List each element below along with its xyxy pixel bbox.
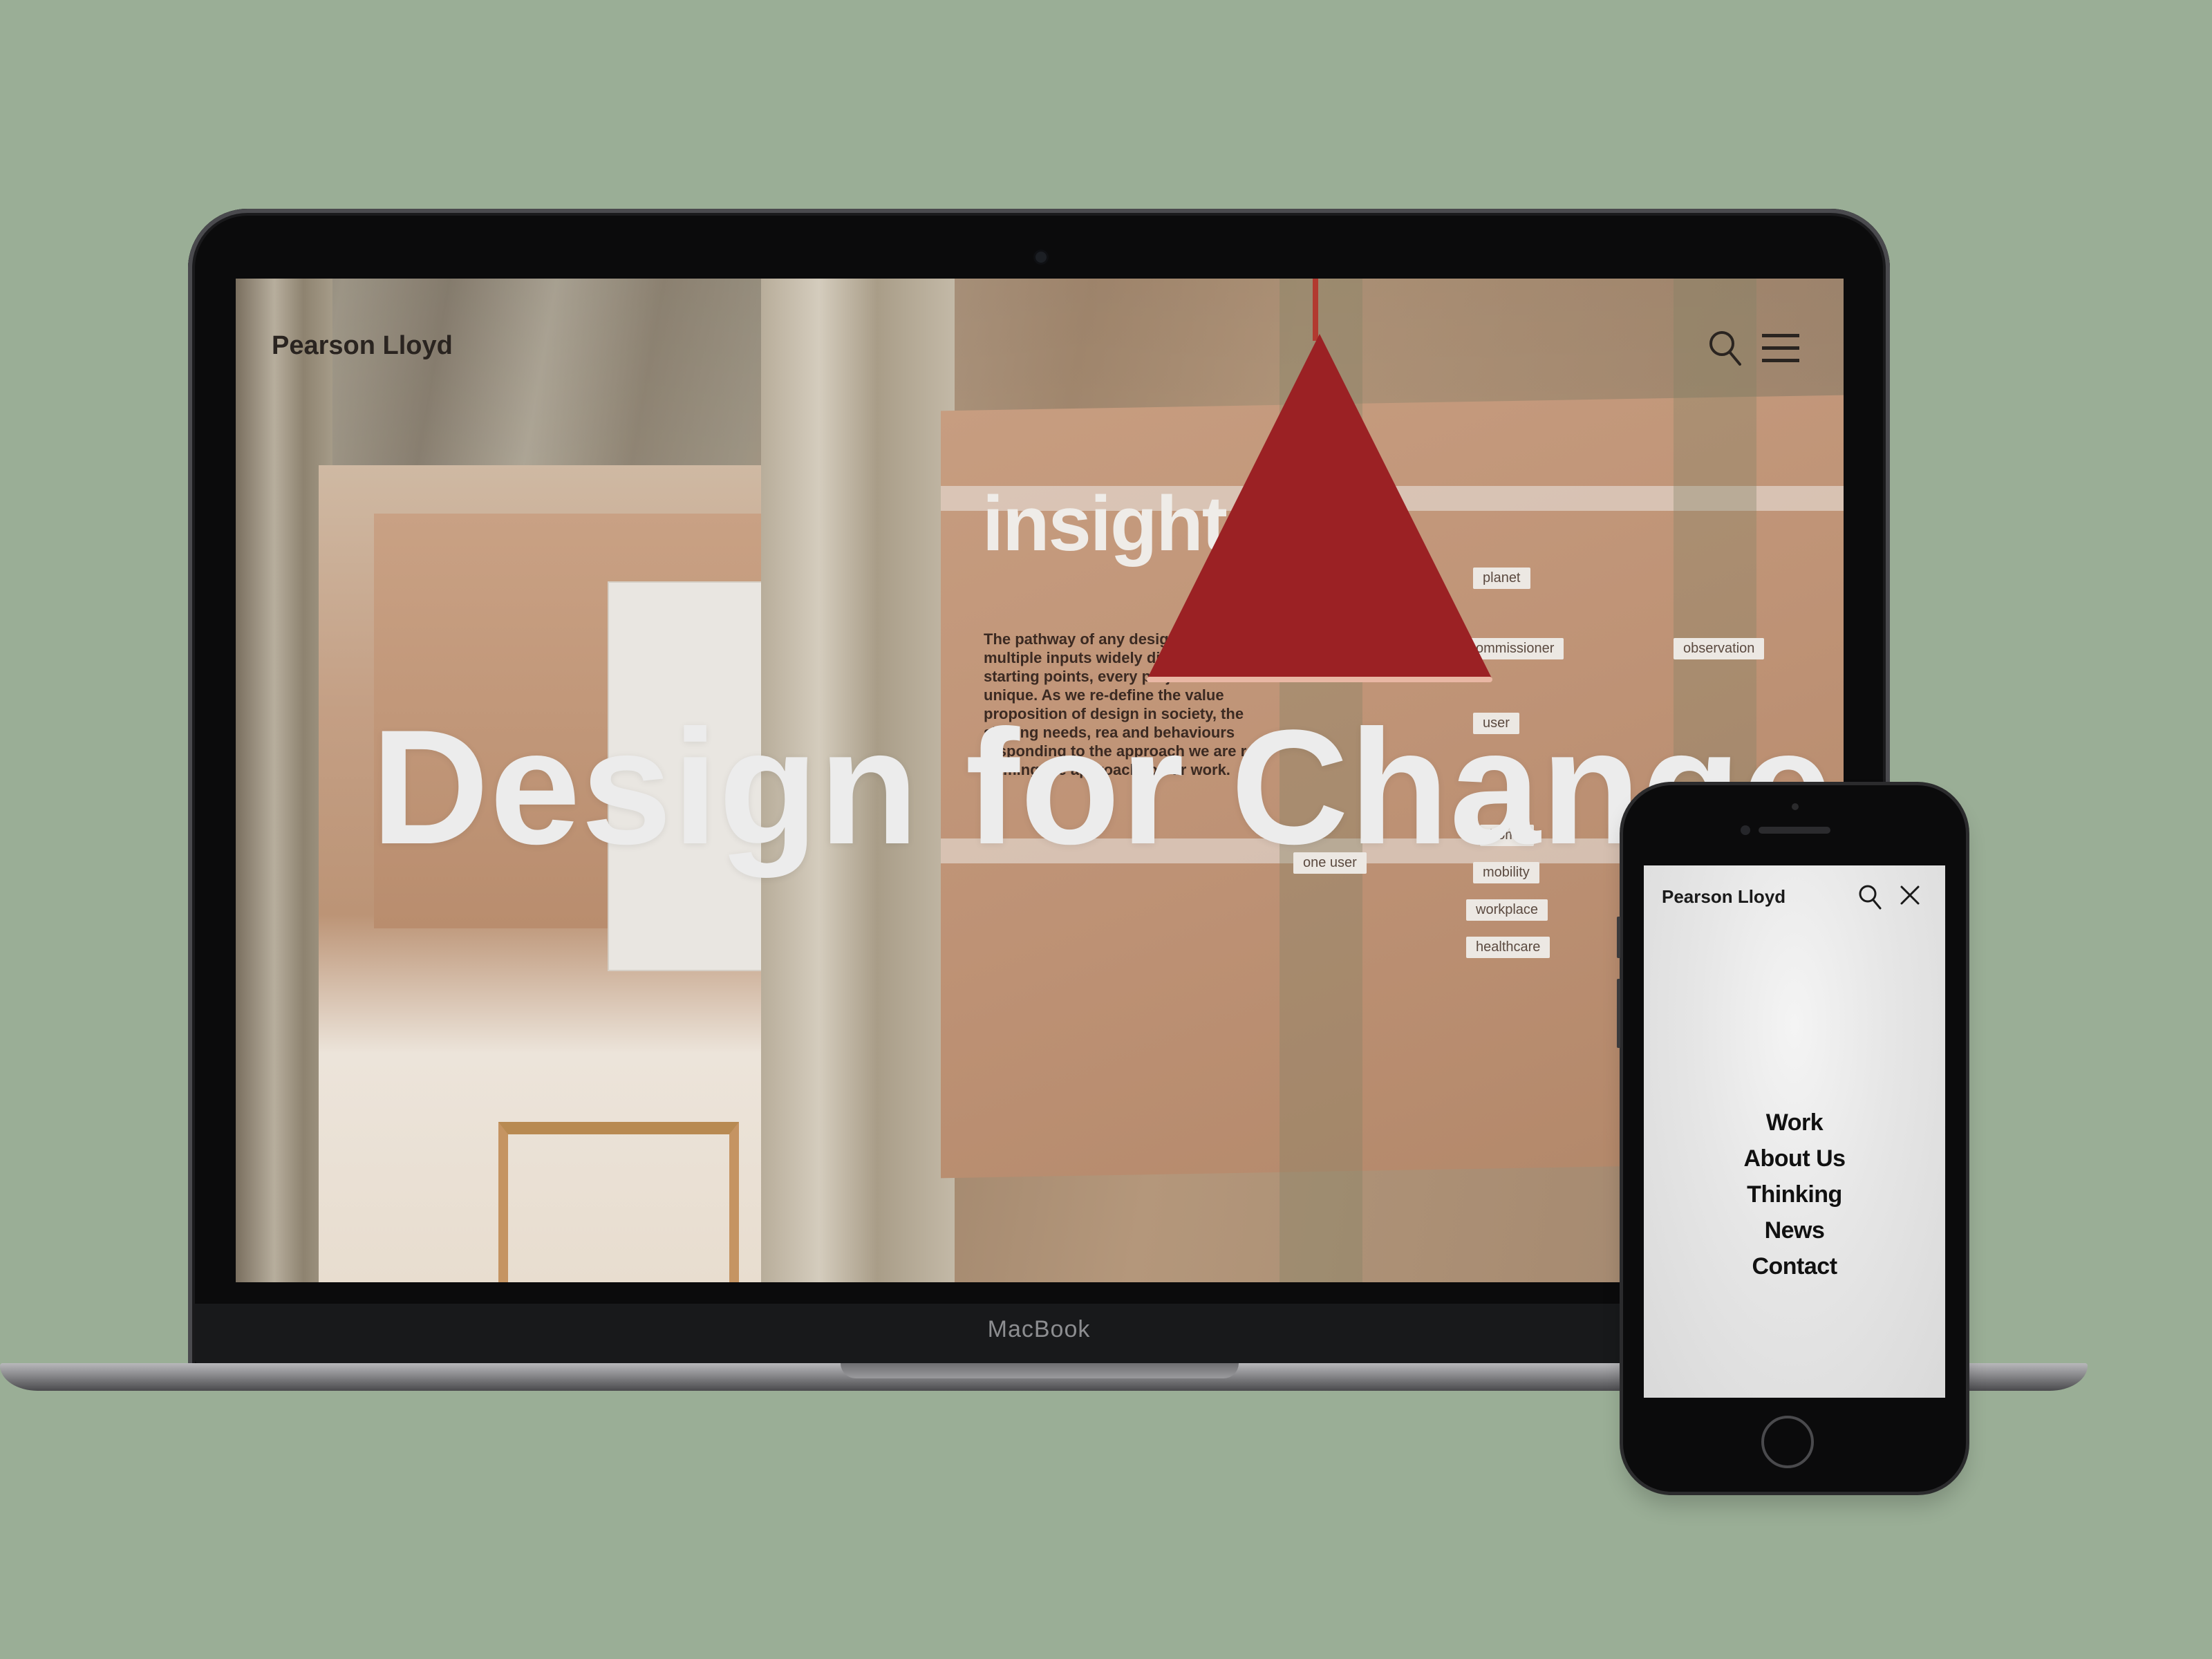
wooden-chair bbox=[498, 1122, 739, 1282]
lamp-rim bbox=[1147, 677, 1492, 682]
nav-item-thinking[interactable]: Thinking bbox=[1644, 1177, 1945, 1212]
site-logo[interactable]: Pearson Lloyd bbox=[272, 331, 453, 361]
close-icon[interactable] bbox=[1900, 885, 1920, 906]
laptop-camera bbox=[1035, 252, 1047, 263]
flow-node: workplace bbox=[1466, 899, 1548, 921]
phone-website-screen: Pearson Lloyd Work About Us Thinking New… bbox=[1644, 865, 1945, 1398]
site-logo[interactable]: Pearson Lloyd bbox=[1662, 886, 1785, 908]
phone-sensor bbox=[1792, 803, 1799, 810]
phone-mute-switch bbox=[1617, 917, 1620, 958]
brick-wall bbox=[236, 279, 332, 1282]
laptop-website-screen: insight The pathway of any design framed… bbox=[236, 279, 1844, 1282]
hamburger-menu-icon[interactable] bbox=[1762, 331, 1799, 364]
menu-bar bbox=[1762, 346, 1799, 350]
nav-item-work[interactable]: Work bbox=[1644, 1105, 1945, 1141]
phone-front-camera bbox=[1741, 825, 1750, 835]
flow-node: observation bbox=[1674, 638, 1765, 659]
search-icon[interactable] bbox=[1858, 883, 1882, 910]
search-icon[interactable] bbox=[1708, 328, 1741, 367]
nav-item-about-us[interactable]: About Us bbox=[1644, 1141, 1945, 1177]
lamp-cord bbox=[1313, 279, 1318, 341]
hero-title: Design for Change bbox=[371, 696, 1833, 879]
phone-device: Pearson Lloyd Work About Us Thinking New… bbox=[1617, 785, 1966, 1492]
phone-volume-up bbox=[1617, 979, 1620, 1048]
red-pendant-lamp bbox=[1147, 334, 1492, 679]
phone-home-button[interactable] bbox=[1761, 1416, 1814, 1468]
menu-bar bbox=[1762, 334, 1799, 337]
mobile-nav-menu: Work About Us Thinking News Contact bbox=[1644, 1105, 1945, 1284]
nav-item-contact[interactable]: Contact bbox=[1644, 1248, 1945, 1284]
nav-item-news[interactable]: News bbox=[1644, 1212, 1945, 1248]
laptop-opening-notch bbox=[841, 1363, 1239, 1378]
menu-bar bbox=[1762, 359, 1799, 362]
flow-node: healthcare bbox=[1466, 937, 1550, 958]
phone-speaker bbox=[1759, 827, 1830, 834]
